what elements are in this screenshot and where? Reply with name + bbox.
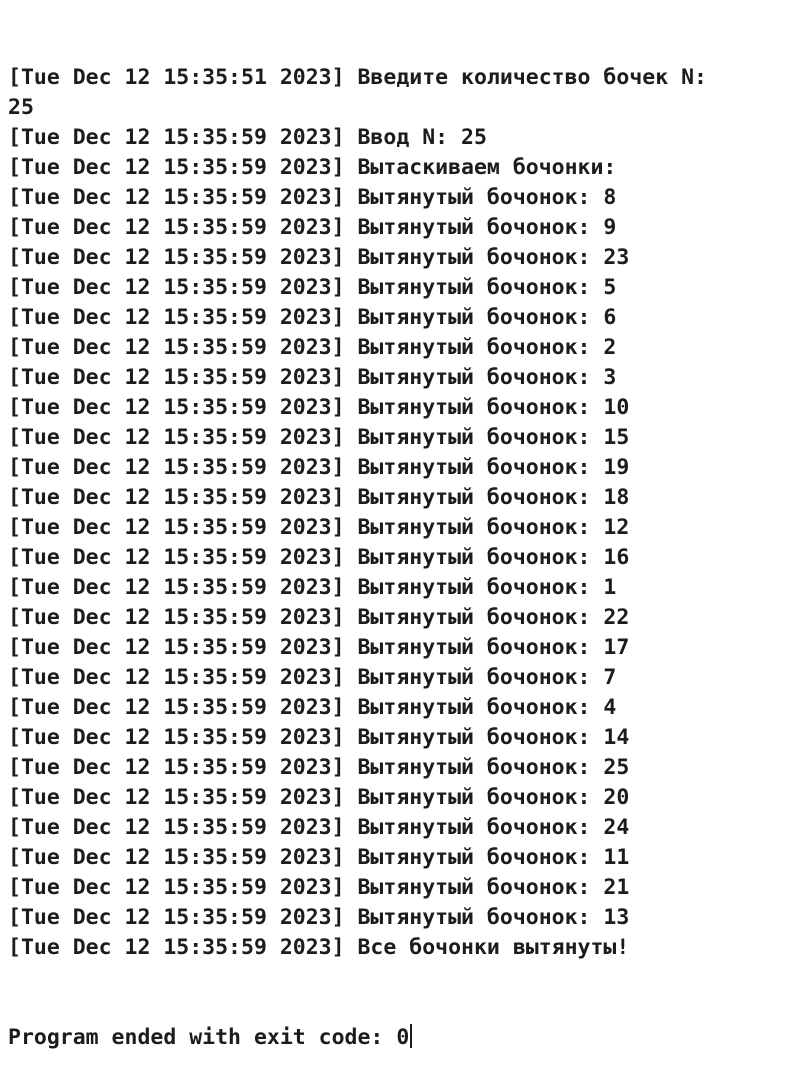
log-timestamp: [Tue Dec 12 15:35:59 2023] (8, 455, 345, 480)
log-timestamp: [Tue Dec 12 15:35:59 2023] (8, 155, 345, 180)
log-message: Вытянутый бочонок: 20 (344, 785, 630, 810)
console-line: [Tue Dec 12 15:35:59 2023] Вытянутый боч… (8, 213, 810, 243)
log-timestamp: [Tue Dec 12 15:35:59 2023] (8, 215, 345, 240)
log-timestamp: [Tue Dec 12 15:35:59 2023] (8, 905, 345, 930)
log-timestamp: [Tue Dec 12 15:35:59 2023] (8, 275, 345, 300)
console-line: [Tue Dec 12 15:35:59 2023] Вытянутый боч… (8, 663, 810, 693)
log-timestamp: [Tue Dec 12 15:35:59 2023] (8, 365, 345, 390)
console-line: [Tue Dec 12 15:35:59 2023] Вытянутый боч… (8, 873, 810, 903)
log-message: Вытянутый бочонок: 12 (344, 515, 630, 540)
console-line: [Tue Dec 12 15:35:59 2023] Вытянутый боч… (8, 423, 810, 453)
console-output[interactable]: [Tue Dec 12 15:35:51 2023] Введите колич… (8, 3, 810, 1083)
log-message: Вытянутый бочонок: 10 (344, 395, 630, 420)
console-line: [Tue Dec 12 15:35:59 2023] Вытянутый боч… (8, 273, 810, 303)
log-timestamp: [Tue Dec 12 15:35:59 2023] (8, 935, 345, 960)
log-message: Вытянутый бочонок: 19 (344, 455, 630, 480)
console-line: [Tue Dec 12 15:35:59 2023] Ввод N: 25 (8, 123, 810, 153)
console-line: [Tue Dec 12 15:35:59 2023] Вытянутый боч… (8, 543, 810, 573)
log-message: Вытянутый бочонок: 23 (344, 245, 630, 270)
log-message: Вытянутый бочонок: 13 (344, 905, 630, 930)
log-message: Вытянутый бочонок: 22 (344, 605, 630, 630)
log-message: Вытянутый бочонок: 18 (344, 485, 630, 510)
log-message: Вытянутый бочонок: 1 (344, 575, 617, 600)
log-message: Вытянутый бочонок: 14 (344, 725, 630, 750)
log-message: Вытянутый бочонок: 8 (344, 185, 617, 210)
console-line: [Tue Dec 12 15:35:59 2023] Вытянутый боч… (8, 603, 810, 633)
log-timestamp: [Tue Dec 12 15:35:59 2023] (8, 545, 345, 570)
console-line: [Tue Dec 12 15:35:59 2023] Вытянутый боч… (8, 693, 810, 723)
log-message: Вытянутый бочонок: 6 (344, 305, 617, 330)
log-timestamp: [Tue Dec 12 15:35:59 2023] (8, 305, 345, 330)
console-line: [Tue Dec 12 15:35:59 2023] Вытянутый боч… (8, 243, 810, 273)
log-timestamp: [Tue Dec 12 15:35:59 2023] (8, 815, 345, 840)
log-message: Все бочонки вытянуты! (344, 935, 630, 960)
log-message: Вытянутый бочонок: 5 (344, 275, 617, 300)
log-timestamp: [Tue Dec 12 15:35:59 2023] (8, 395, 345, 420)
console-line: [Tue Dec 12 15:35:59 2023] Вытянутый боч… (8, 783, 810, 813)
log-message: Ввод N: 25 (344, 125, 487, 150)
log-timestamp: [Tue Dec 12 15:35:59 2023] (8, 245, 345, 270)
log-message: Вытянутый бочонок: 21 (344, 875, 630, 900)
console-line: [Tue Dec 12 15:35:59 2023] Вытянутый боч… (8, 393, 810, 423)
console-line: [Tue Dec 12 15:35:59 2023] Вытянутый боч… (8, 363, 810, 393)
console-line: [Tue Dec 12 15:35:59 2023] Вытянутый боч… (8, 333, 810, 363)
log-timestamp: [Tue Dec 12 15:35:59 2023] (8, 755, 345, 780)
log-message: Введите количество бочек N: (344, 65, 707, 90)
console-line: [Tue Dec 12 15:35:59 2023] Вытянутый боч… (8, 183, 810, 213)
console-line: [Tue Dec 12 15:35:59 2023] Вытянутый боч… (8, 573, 810, 603)
console-line: [Tue Dec 12 15:35:59 2023] Вытянутый боч… (8, 723, 810, 753)
log-timestamp: [Tue Dec 12 15:35:59 2023] (8, 335, 345, 360)
console-line: [Tue Dec 12 15:35:59 2023] Вытянутый боч… (8, 813, 810, 843)
console-line: [Tue Dec 12 15:35:59 2023] Все бочонки в… (8, 933, 810, 963)
console-line: [Tue Dec 12 15:35:59 2023] Вытянутый боч… (8, 903, 810, 933)
log-timestamp: [Tue Dec 12 15:35:59 2023] (8, 785, 345, 810)
console-line: [Tue Dec 12 15:35:51 2023] Введите колич… (8, 63, 810, 93)
log-timestamp: [Tue Dec 12 15:35:59 2023] (8, 605, 345, 630)
exit-status-line: Program ended with exit code: 0 (8, 1023, 810, 1053)
log-timestamp: [Tue Dec 12 15:35:59 2023] (8, 725, 345, 750)
console-line: [Tue Dec 12 15:35:59 2023] Вытаскиваем б… (8, 153, 810, 183)
log-message: Вытянутый бочонок: 2 (344, 335, 617, 360)
log-message: Вытянутый бочонок: 24 (344, 815, 630, 840)
log-message: Вытянутый бочонок: 4 (344, 695, 617, 720)
log-timestamp: [Tue Dec 12 15:35:59 2023] (8, 695, 345, 720)
console-lines: [Tue Dec 12 15:35:51 2023] Введите колич… (8, 63, 810, 963)
console-line: [Tue Dec 12 15:35:59 2023] Вытянутый боч… (8, 513, 810, 543)
console-line: [Tue Dec 12 15:35:59 2023] Вытянутый боч… (8, 303, 810, 333)
console-line: [Tue Dec 12 15:35:59 2023] Вытянутый боч… (8, 483, 810, 513)
log-timestamp: [Tue Dec 12 15:35:59 2023] (8, 125, 345, 150)
console-line: 25 (8, 93, 810, 123)
log-timestamp: [Tue Dec 12 15:35:59 2023] (8, 635, 345, 660)
log-timestamp: [Tue Dec 12 15:35:59 2023] (8, 425, 345, 450)
log-message: 25 (8, 95, 34, 120)
log-message: Вытянутый бочонок: 9 (344, 215, 617, 240)
log-timestamp: [Tue Dec 12 15:35:59 2023] (8, 845, 345, 870)
log-message: Вытаскиваем бочонки: (344, 155, 617, 180)
log-timestamp: [Tue Dec 12 15:35:51 2023] (8, 65, 345, 90)
console-line: [Tue Dec 12 15:35:59 2023] Вытянутый боч… (8, 453, 810, 483)
log-message: Вытянутый бочонок: 25 (344, 755, 630, 780)
console-line: [Tue Dec 12 15:35:59 2023] Вытянутый боч… (8, 753, 810, 783)
log-message: Вытянутый бочонок: 3 (344, 365, 617, 390)
log-message: Вытянутый бочонок: 15 (344, 425, 630, 450)
log-message: Вытянутый бочонок: 7 (344, 665, 617, 690)
log-timestamp: [Tue Dec 12 15:35:59 2023] (8, 575, 345, 600)
text-cursor (410, 1024, 413, 1048)
console-line: [Tue Dec 12 15:35:59 2023] Вытянутый боч… (8, 843, 810, 873)
log-message: Вытянутый бочонок: 11 (344, 845, 630, 870)
log-timestamp: [Tue Dec 12 15:35:59 2023] (8, 485, 345, 510)
exit-status-text: Program ended with exit code: 0 (8, 1025, 410, 1050)
log-timestamp: [Tue Dec 12 15:35:59 2023] (8, 665, 345, 690)
log-message: Вытянутый бочонок: 17 (344, 635, 630, 660)
log-timestamp: [Tue Dec 12 15:35:59 2023] (8, 515, 345, 540)
log-timestamp: [Tue Dec 12 15:35:59 2023] (8, 875, 345, 900)
log-timestamp: [Tue Dec 12 15:35:59 2023] (8, 185, 345, 210)
console-line: [Tue Dec 12 15:35:59 2023] Вытянутый боч… (8, 633, 810, 663)
log-message: Вытянутый бочонок: 16 (344, 545, 630, 570)
